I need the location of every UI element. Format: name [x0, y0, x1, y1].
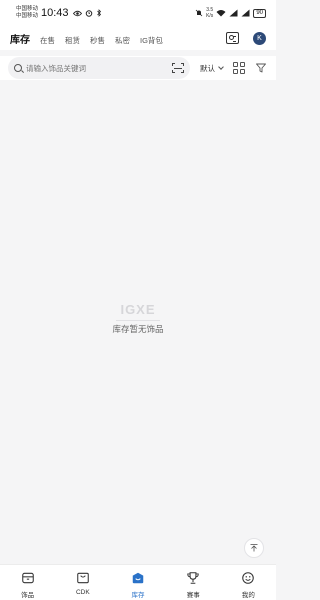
net-speed: 3.5 K/s — [206, 7, 213, 19]
empty-logo: IGXE — [120, 302, 156, 317]
tabbar-label: 我的 — [241, 592, 255, 599]
tabbar-item-events[interactable]: 赛事 — [166, 565, 221, 600]
eye-icon — [72, 10, 82, 16]
tabbar-item-items[interactable]: 饰品 — [0, 565, 55, 600]
avatar-letter: K — [257, 34, 262, 42]
arrow-up-icon — [250, 544, 258, 552]
tab-quick-sell[interactable]: 秒售 — [90, 35, 105, 46]
tab-on-sale[interactable]: 在售 — [40, 35, 55, 46]
tab-ig-backpack[interactable]: IG背包 — [140, 35, 163, 46]
tab-rental[interactable]: 租赁 — [65, 35, 80, 46]
grid-view-icon[interactable] — [233, 62, 245, 74]
top-header: 库存 在售 租赁 秒售 私密 IG背包 K — [0, 26, 276, 50]
inventory-icon — [132, 572, 144, 584]
trophy-icon — [187, 572, 199, 584]
mute-icon — [195, 9, 203, 17]
tabbar-item-profile[interactable]: 我的 — [221, 565, 276, 600]
id-card-icon[interactable] — [226, 32, 239, 44]
tab-private[interactable]: 私密 — [115, 35, 130, 46]
status-bar: 中国移动 中国移动 10:43 3.5 K/s 90 — [0, 0, 276, 26]
bluetooth-icon — [96, 9, 101, 17]
carrier-1: 中国移动 — [16, 6, 39, 12]
back-to-top-button[interactable] — [244, 538, 264, 558]
clock: 10:43 — [41, 7, 69, 19]
bottom-tab-bar: 饰品 CDK 库存 赛事 我的 — [0, 564, 276, 600]
alarm-icon — [85, 10, 92, 17]
tabbar-label: CDK — [75, 589, 90, 596]
search-icon — [14, 64, 22, 72]
tabbar-label: 库存 — [131, 592, 145, 599]
empty-message: 库存暂无饰品 — [112, 324, 164, 334]
tab-inventory[interactable]: 库存 — [10, 31, 30, 46]
signal-2-icon — [241, 9, 250, 17]
search-input[interactable] — [26, 63, 172, 73]
sort-label: 默认 — [200, 63, 215, 73]
battery-indicator: 90 — [253, 8, 266, 18]
tabbar-label: 饰品 — [21, 592, 35, 599]
carrier-labels: 中国移动 中国移动 — [16, 6, 38, 20]
wifi-icon — [216, 10, 226, 17]
carrier-2: 中国移动 — [16, 13, 39, 19]
filter-icon[interactable] — [255, 62, 267, 74]
scan-icon[interactable] — [172, 63, 184, 73]
box-icon — [21, 572, 34, 584]
chevron-down-icon — [218, 64, 224, 70]
profile-icon — [242, 572, 255, 584]
signal-icon — [229, 9, 238, 17]
tabbar-item-inventory[interactable]: 库存 — [110, 565, 165, 600]
sort-dropdown[interactable]: 默认 — [200, 63, 224, 74]
tabbar-item-cdk[interactable]: CDK — [55, 565, 110, 600]
cdk-bag-icon — [77, 572, 89, 584]
search-box[interactable] — [8, 57, 190, 79]
tabbar-label: 赛事 — [186, 592, 200, 599]
net-speed-unit: K/s — [206, 13, 214, 19]
search-row: 默认 — [0, 56, 276, 80]
divider — [116, 320, 160, 321]
inventory-tabs: 库存 在售 租赁 秒售 私密 IG背包 — [10, 31, 163, 46]
avatar[interactable]: K — [253, 31, 266, 45]
empty-state: IGXE 库存暂无饰品 — [0, 302, 276, 335]
